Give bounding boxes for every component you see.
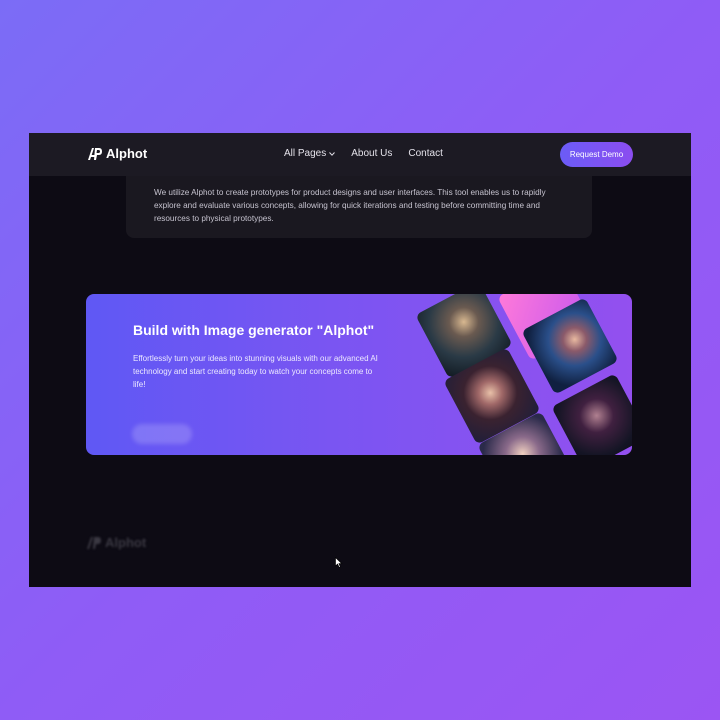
nav-links: All Pages About Us Contact <box>284 148 443 159</box>
app-window: Alphot All Pages About Us Contact Reques… <box>29 133 691 587</box>
banner-description: Effortlessly turn your ideas into stunni… <box>133 354 378 389</box>
nav-item-all-pages[interactable]: All Pages <box>284 148 336 159</box>
nav-item-label: All Pages <box>284 148 327 159</box>
logo-text: Alphot <box>106 146 148 161</box>
alphot-logo-icon <box>88 147 102 160</box>
footer-logo-text: Alphot <box>105 535 147 550</box>
testimonial-text: We utilize Alphot to create prototypes f… <box>154 188 546 223</box>
chevron-down-icon <box>329 151 336 156</box>
footer-logo[interactable]: Alphot <box>86 535 146 550</box>
logo[interactable]: Alphot <box>87 146 147 161</box>
cta-banner: Build with Image generator "Alphot" Effo… <box>86 294 632 455</box>
nav-item-about-us[interactable]: About Us <box>351 148 392 159</box>
top-nav: Alphot All Pages About Us Contact Reques… <box>29 133 691 176</box>
testimonial-card: We utilize Alphot to create prototypes f… <box>126 176 592 238</box>
request-demo-button[interactable]: Request Demo <box>560 142 633 167</box>
image-gallery <box>406 294 632 455</box>
mouse-cursor-icon <box>335 557 343 568</box>
nav-item-contact[interactable]: Contact <box>408 148 442 159</box>
alphot-logo-icon <box>87 536 101 549</box>
banner-button[interactable] <box>132 424 192 444</box>
banner-title: Build with Image generator "Alphot" <box>133 322 375 338</box>
